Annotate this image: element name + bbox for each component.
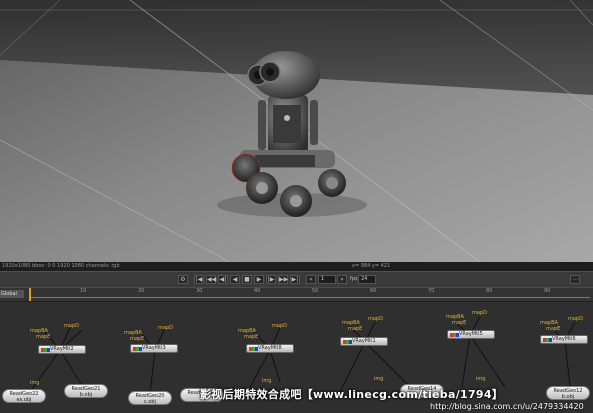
timeline-tick: 80 [486,288,493,294]
node-label: VRayMtl2 [50,346,74,352]
loop-mode-icon[interactable]: ⚙ [178,275,188,284]
node-channel-swatch [543,338,552,342]
readgeo-node[interactable]: ReadGeo21 b.obj [64,384,108,398]
input-label: img [476,376,486,382]
timeline-settings-icon[interactable]: ⋯ [570,275,580,284]
input-label: mapE [546,326,561,332]
node-label: VRayMtl3 [142,345,166,351]
node-label: VRayMtl8 [258,345,282,351]
node-label: VRayMtl1 [352,338,376,344]
timeline-tick: 10 [80,288,87,294]
vray-material-node[interactable]: VRayMtl1 [340,337,388,346]
input-label: mapE [244,334,259,340]
timeline[interactable]: Global 10 20 30 40 50 60 70 80 90 [0,287,593,302]
first-frame-icon[interactable]: |◀ [194,275,204,284]
timeline-ruler [30,297,590,298]
vray-material-node[interactable]: VRayMtl3 [130,344,178,353]
timeline-tick: 40 [254,288,261,294]
frame-field[interactable]: 1 [318,275,336,284]
timeline-range-select[interactable]: Global [0,290,24,298]
viewer-cursor-info: x= 984 y= 421 [352,263,391,269]
fps-label: fps [350,276,358,282]
timeline-tick: 50 [312,288,319,294]
input-label: mapD [64,323,79,329]
timeline-tick: 60 [370,288,377,294]
node-channel-swatch [343,340,352,344]
input-label: mapE [130,336,145,342]
input-label: img [374,376,384,382]
step-forward-icon[interactable]: |▶ [266,275,276,284]
prev-key-icon[interactable]: ◀◀ [206,275,216,284]
timeline-playhead[interactable] [29,288,31,301]
node-label: VRayMtl6 [552,336,576,342]
frame-forward-icon[interactable]: » [337,275,347,284]
input-label: mapD [472,310,487,316]
viewer-format-info: 1920x1080 bbox: 0 0 1920 1080 channels: … [2,263,120,269]
last-frame-icon[interactable]: ▶| [290,275,300,284]
input-label: mapD [158,325,173,331]
input-label: img [262,378,272,384]
step-back-icon[interactable]: ◀| [218,275,228,284]
vray-material-node[interactable]: VRayMtl6 [540,335,588,344]
next-key-icon[interactable]: ▶▶ [278,275,288,284]
timeline-tick: 20 [138,288,145,294]
node-label: VRayMtl5 [459,331,483,337]
viewer-viewport[interactable] [0,0,593,262]
watermark-text: 影视后期特效合成吧【www.linecg.com/tieba/1794】 [200,388,504,401]
input-label: mapE [452,320,467,326]
fps-field[interactable]: 24 [358,275,376,284]
node-sublabel: es.obj [16,397,32,403]
input-label: mapD [568,316,583,322]
readgeo-node[interactable]: ReadGeo22 es.obj [2,389,46,403]
node-channel-swatch [450,333,459,337]
readgeo-node[interactable]: ReadGeo12 b.obj [546,386,590,400]
node-sublabel: c.obj [144,399,156,405]
input-label: mapE [348,326,363,332]
viewer-info-bar: 1920x1080 bbox: 0 0 1920 1080 channels: … [0,262,593,271]
timeline-tick: 30 [196,288,203,294]
stop-icon[interactable]: ■ [242,275,252,284]
timeline-tick: 70 [428,288,435,294]
play-backward-icon[interactable]: ◀ [230,275,240,284]
watermark-url: http://blog.sina.com.cn/u/2479334420 [430,402,584,411]
node-channel-swatch [249,347,258,351]
input-label: mapD [368,316,383,322]
viewer-canvas [0,0,593,262]
vray-material-node[interactable]: VRayMtl2 [38,345,86,354]
input-label: mapD [272,323,287,329]
frame-back-icon[interactable]: « [306,275,316,284]
readgeo-node[interactable]: ReadGeo20 c.obj [128,391,172,405]
input-label: img [30,380,40,386]
node-channel-swatch [133,347,142,351]
play-forward-icon[interactable]: ▶ [254,275,264,284]
transport-controls: ⚙ |◀ ◀◀ ◀| ◀ ■ ▶ |▶ ▶▶ ▶| « 1 » fps 24 ⋯ [0,271,593,288]
input-label: mapE [36,334,51,340]
timeline-tick: 90 [544,288,551,294]
vray-material-node[interactable]: VRayMtl5 [447,330,495,339]
node-sublabel: b.obj [561,394,575,400]
node-channel-swatch [41,348,50,352]
node-sublabel: b.obj [79,392,93,398]
vray-material-node[interactable]: VRayMtl8 [246,344,294,353]
